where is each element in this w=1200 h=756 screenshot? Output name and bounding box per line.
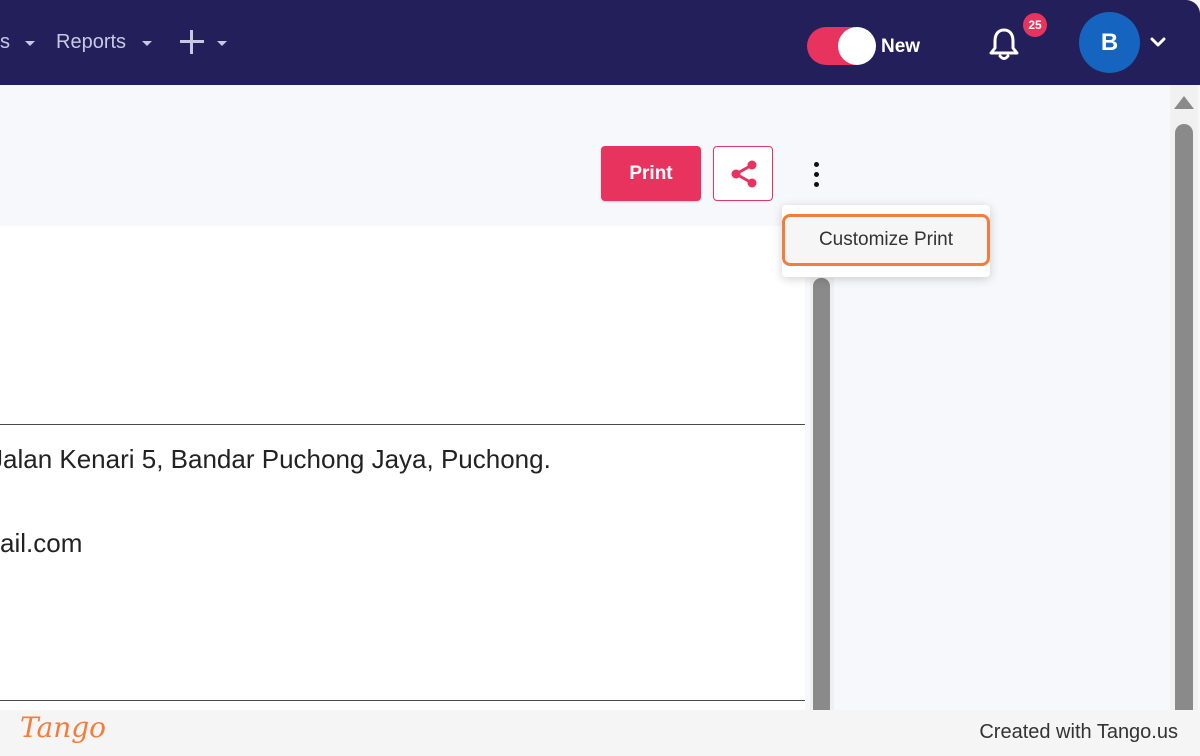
scroll-up-arrow-icon[interactable] bbox=[1174, 96, 1194, 109]
toggle-knob[interactable] bbox=[838, 27, 876, 65]
toggle-label: New bbox=[881, 36, 921, 57]
nav-fragment-caret-icon[interactable] bbox=[25, 41, 35, 46]
share-icon bbox=[731, 160, 757, 188]
tango-credit: Created with Tango.us bbox=[979, 721, 1178, 743]
document-preview: Jalan Kenari 5, Bandar Puchong Jaya, Puc… bbox=[0, 226, 805, 710]
page-scrollbar-thumb[interactable] bbox=[1175, 124, 1193, 710]
bell-icon[interactable] bbox=[988, 26, 1020, 62]
nav-item-reports[interactable]: Reports bbox=[56, 31, 126, 54]
divider bbox=[0, 700, 805, 701]
chevron-down-icon[interactable] bbox=[1150, 36, 1166, 48]
divider bbox=[0, 424, 805, 425]
notification-badge: 25 bbox=[1023, 13, 1047, 37]
document-email: ail.com bbox=[0, 528, 83, 558]
tango-logo: Tango bbox=[20, 711, 107, 744]
preview-scrollbar-thumb[interactable] bbox=[813, 278, 830, 710]
avatar[interactable]: B bbox=[1079, 12, 1140, 73]
more-options-icon[interactable] bbox=[808, 160, 824, 190]
reports-caret-icon[interactable] bbox=[142, 41, 152, 46]
customize-print-menu-item[interactable]: Customize Print bbox=[782, 214, 990, 266]
document-address: Jalan Kenari 5, Bandar Puchong Jaya, Puc… bbox=[0, 444, 551, 474]
add-caret-icon[interactable] bbox=[217, 41, 227, 46]
add-icon[interactable] bbox=[178, 28, 206, 56]
nav-item-fragment[interactable]: s bbox=[0, 31, 10, 54]
print-button[interactable]: Print bbox=[601, 146, 701, 201]
share-button[interactable] bbox=[713, 146, 773, 201]
